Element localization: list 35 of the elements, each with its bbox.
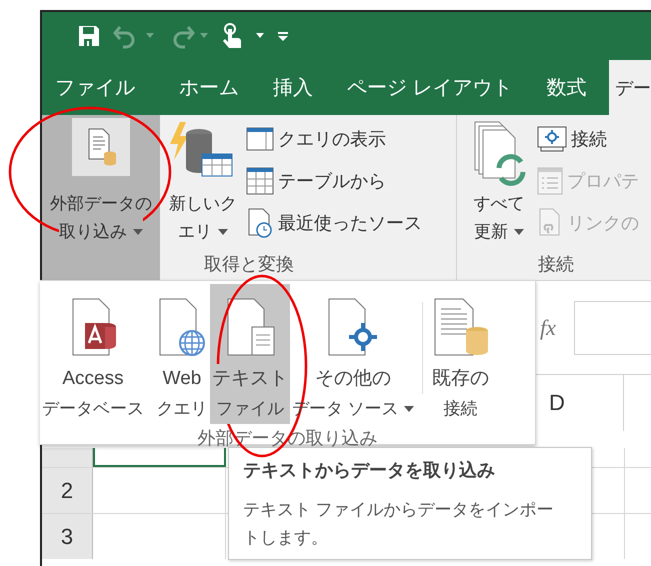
formula-field[interactable]: [574, 300, 651, 354]
ribbon-tab[interactable]: 数式: [532, 60, 602, 115]
ribbon-tab[interactable]: ファイル: [42, 60, 150, 115]
ribbon-button[interactable]: 外部データの 取り込み: [42, 115, 160, 280]
menu-item[interactable]: Web クエリ: [154, 284, 210, 424]
hand-pointer-icon[interactable]: [220, 22, 266, 50]
ribbon-tab[interactable]: ページ レイアウト: [332, 60, 528, 115]
window-icon: [246, 126, 274, 152]
row-header[interactable]: 2: [42, 468, 93, 513]
list-icon: [537, 167, 563, 195]
menu-item[interactable]: テキスト ファイル: [210, 284, 290, 424]
ribbon-tab[interactable]: デー: [609, 60, 651, 115]
document-clock-icon: [246, 208, 274, 238]
tooltip-title: テキストからデータを取り込み: [243, 459, 496, 482]
customize-icon[interactable]: [276, 29, 290, 43]
ribbon-button[interactable]: テーブルから: [246, 165, 422, 197]
connection-icon: [537, 126, 567, 152]
ribbon-button[interactable]: クエリの表示: [246, 123, 422, 155]
row-header[interactable]: [42, 448, 93, 467]
row-header[interactable]: 3: [42, 514, 93, 559]
function-label[interactable]: fx: [540, 314, 564, 340]
active-cell[interactable]: [93, 448, 226, 467]
ribbon-tab[interactable]: ホーム: [164, 60, 254, 115]
table-icon: [246, 167, 274, 195]
save-icon[interactable]: [76, 23, 102, 49]
menu-item[interactable]: 既存の 接続: [428, 284, 493, 424]
ribbon-tab[interactable]: 挿入: [258, 60, 328, 115]
ribbon-button[interactable]: 新しいク エリ: [160, 115, 246, 250]
menu-item[interactable]: Access データベース: [40, 284, 154, 424]
ribbon-button[interactable]: 最近使ったソース: [246, 207, 422, 239]
ribbon-button[interactable]: すべて 更新: [461, 115, 537, 250]
group-label: 取得と変換: [203, 253, 295, 276]
tooltip-text: テキスト ファイルからデータをインポートします。: [243, 499, 555, 549]
ribbon-button[interactable]: 接続: [537, 123, 639, 155]
group-label: 接続: [537, 253, 575, 276]
